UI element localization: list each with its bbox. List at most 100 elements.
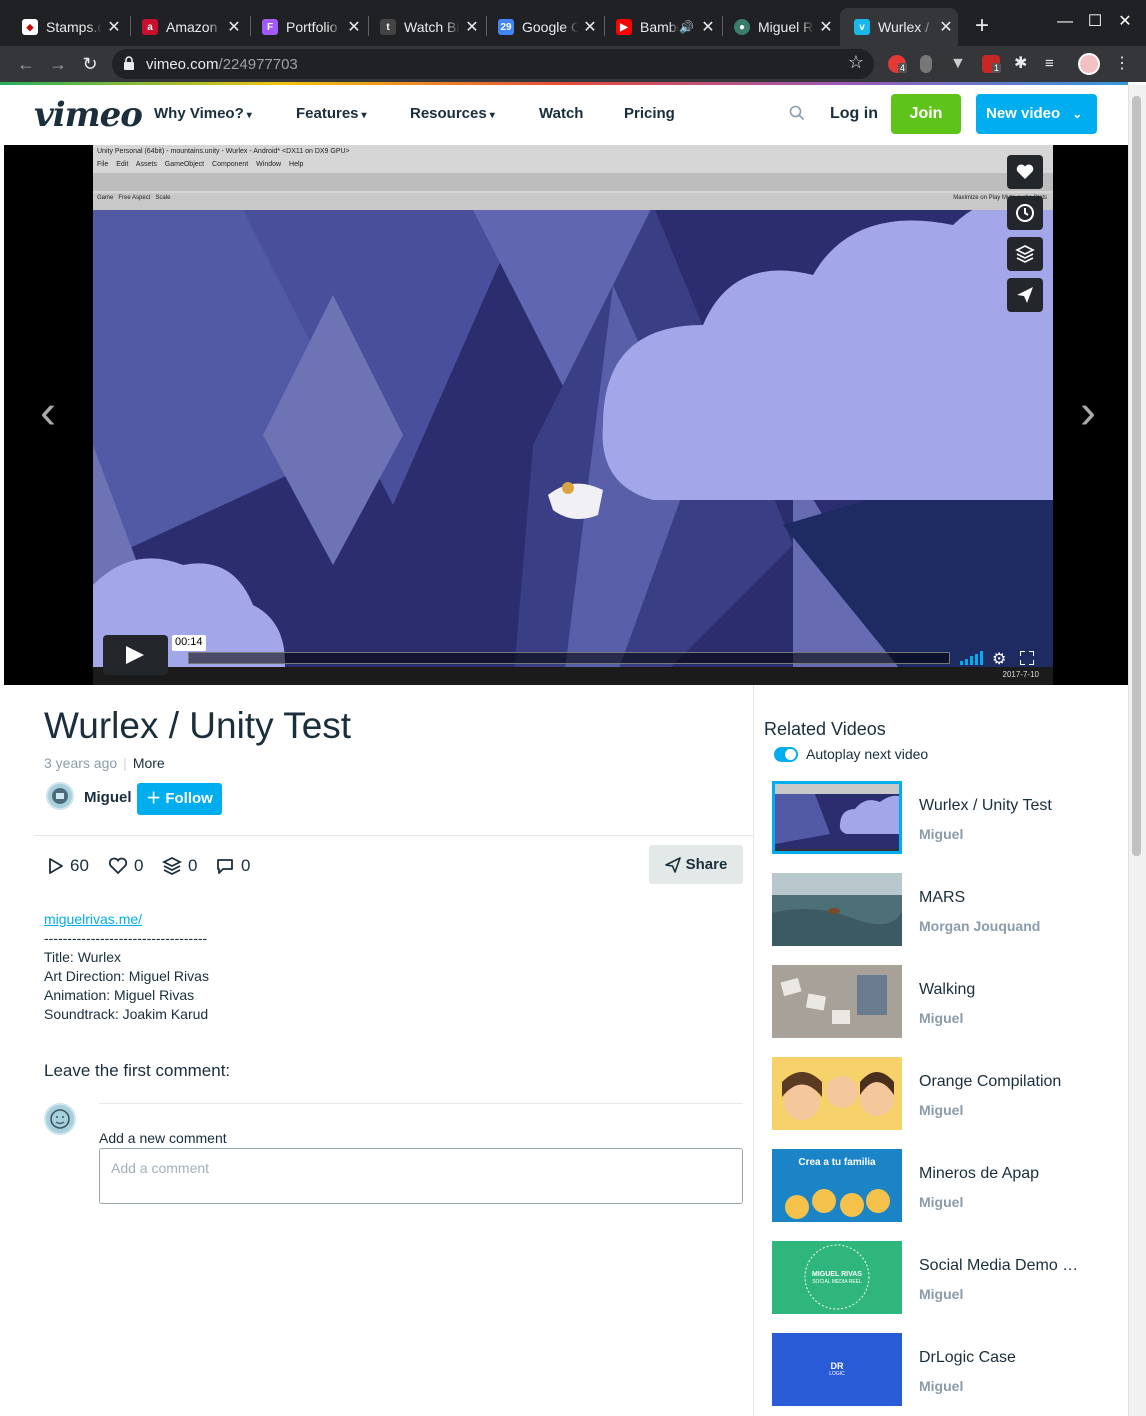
related-title[interactable]: Social Media Demo Reel [919,1257,1089,1275]
collections-stat[interactable]: 0 [162,856,197,876]
previous-video-arrow-icon[interactable]: ‹ [40,385,56,440]
related-thumbnail[interactable]: MIGUEL RIVAS SOCIAL MEDIA REEL [772,1241,902,1314]
related-video-item[interactable]: Crea a tu familia Mineros de Apap Miguel [772,1149,1112,1222]
autoplay-toggle[interactable] [774,747,798,762]
nav-watch[interactable]: Watch [539,105,583,122]
related-author[interactable]: Miguel [919,826,963,842]
related-video-item[interactable]: MIGUEL RIVAS SOCIAL MEDIA REEL Social Me… [772,1241,1112,1314]
related-author[interactable]: Miguel [919,1102,963,1118]
uploader-avatar[interactable] [46,782,74,810]
next-video-arrow-icon[interactable]: › [1080,385,1096,440]
volume-icon[interactable] [960,651,984,665]
related-thumbnail[interactable] [772,781,902,854]
related-video-item[interactable]: DR LOGIC DrLogic Case Miguel [772,1333,1112,1406]
browser-tab[interactable]: ◆ Stamps.com ✕ [8,8,126,46]
related-title[interactable]: Wurlex / Unity Test [919,797,1089,815]
related-thumbnail[interactable] [772,1057,902,1130]
related-thumbnail[interactable] [772,873,902,946]
video-player[interactable]: ‹ › Unity Personal (64bit) - mountains.u… [4,145,1128,685]
new-tab-button[interactable]: + [968,12,996,40]
related-video-item[interactable]: Orange Compilation Miguel [772,1057,1112,1130]
vpn-extension-icon[interactable]: ▼ [950,55,968,73]
related-thumbnail[interactable] [772,965,902,1038]
bookmark-star-icon[interactable]: ☆ [848,52,864,73]
related-author[interactable]: Morgan Jouquand [919,918,1040,934]
autoplay-label: Autoplay next video [806,746,929,762]
close-tab-icon[interactable]: ✕ [934,17,958,37]
close-tab-icon[interactable]: ✕ [814,17,838,37]
scrollbar-thumb[interactable] [1132,96,1141,856]
media-queue-icon[interactable]: ≡ [1045,55,1063,73]
add-to-collection-button[interactable] [1007,237,1043,271]
nav-why-vimeo[interactable]: Why Vimeo? ▾ [154,105,252,122]
related-title[interactable]: Mineros de Apap [919,1165,1089,1183]
follow-button[interactable]: ＋ Follow [137,783,222,815]
uploader-name[interactable]: Miguel [84,789,132,806]
related-video-item[interactable]: Walking Miguel [772,965,1112,1038]
related-author[interactable]: Miguel [919,1194,963,1210]
nav-resources[interactable]: Resources ▾ [410,105,495,122]
nav-pricing[interactable]: Pricing [624,105,675,122]
browser-tab[interactable]: t Watch Big ✕ [366,8,484,46]
vimeo-logo[interactable]: vimeo [34,95,143,135]
join-button[interactable]: Join [891,94,961,134]
close-tab-icon[interactable]: ✕ [460,17,484,37]
extension-icon[interactable] [920,55,932,73]
minimize-icon[interactable]: — [1050,10,1080,34]
share-button[interactable]: Share [649,845,743,884]
related-title[interactable]: Orange Compilation [919,1073,1089,1091]
browser-tab[interactable]: 29 Google Calendar ✕ [484,8,602,46]
reload-icon[interactable]: ↻ [76,50,104,78]
close-tab-icon[interactable]: ✕ [578,17,602,37]
close-tab-icon[interactable]: ✕ [342,17,366,37]
play-icon [126,646,144,664]
progress-bar[interactable] [188,652,950,664]
browser-tab[interactable]: F Portfolio ✕ [248,8,366,46]
browser-tab-active[interactable]: v Wurlex / Unity Test ✕ [840,8,958,46]
back-icon[interactable]: ← [12,50,40,78]
new-video-button[interactable]: New video ⌄ [976,94,1097,134]
play-button[interactable] [103,635,168,675]
chrome-menu-icon[interactable]: ⋮ [1114,55,1132,73]
browser-tab[interactable]: ● Miguel Rivas ✕ [720,8,838,46]
browser-tab[interactable]: ▶ Bamboo 🔊 ✕ [602,8,720,46]
browser-tab[interactable]: a Amazon Prime ✕ [128,8,246,46]
extension-icon[interactable]: 4 [888,55,908,73]
profile-avatar[interactable] [1078,53,1100,75]
close-tab-icon[interactable]: ✕ [696,17,720,37]
related-title[interactable]: DrLogic Case [919,1349,1089,1367]
watch-favicon-icon: t [380,19,396,35]
related-title[interactable]: Walking [919,981,1089,999]
related-author[interactable]: Miguel [919,1286,963,1302]
puzzle-extensions-icon[interactable]: ✱ [1014,55,1032,73]
game-scene-image [93,145,1053,685]
fullscreen-icon[interactable] [1020,651,1034,665]
share-video-button[interactable] [1007,278,1043,312]
close-window-icon[interactable]: ✕ [1110,10,1140,34]
nav-features[interactable]: Features ▾ [296,105,367,122]
close-tab-icon[interactable]: ✕ [102,17,126,37]
related-video-item[interactable]: MARS Morgan Jouquand [772,873,1112,946]
like-button[interactable] [1007,155,1043,189]
search-icon[interactable] [789,105,805,121]
more-link[interactable]: More [133,755,165,771]
related-video-item[interactable]: Wurlex / Unity Test Miguel [772,781,1112,854]
forward-icon[interactable]: → [44,50,72,78]
login-link[interactable]: Log in [830,105,878,123]
description-link[interactable]: miguelrivas.me/ [44,910,209,929]
comment-input[interactable] [99,1148,743,1204]
maximize-icon[interactable]: ☐ [1080,10,1110,34]
address-bar[interactable]: vimeo.com/224977703 ☆ [112,49,874,79]
related-author[interactable]: Miguel [919,1010,963,1026]
speaker-icon[interactable]: 🔊 [679,20,694,34]
extension-icon[interactable]: 1 [982,55,1002,73]
related-thumbnail[interactable]: DR LOGIC [772,1333,902,1406]
comments-stat[interactable]: 0 [215,856,250,876]
close-tab-icon[interactable]: ✕ [222,17,246,37]
settings-gear-icon[interactable]: ⚙ [992,649,1006,669]
related-title[interactable]: MARS [919,889,1089,907]
likes-stat[interactable]: 0 [108,856,143,876]
watch-later-button[interactable] [1007,196,1043,230]
related-thumbnail[interactable]: Crea a tu familia [772,1149,902,1222]
related-author[interactable]: Miguel [919,1378,963,1394]
